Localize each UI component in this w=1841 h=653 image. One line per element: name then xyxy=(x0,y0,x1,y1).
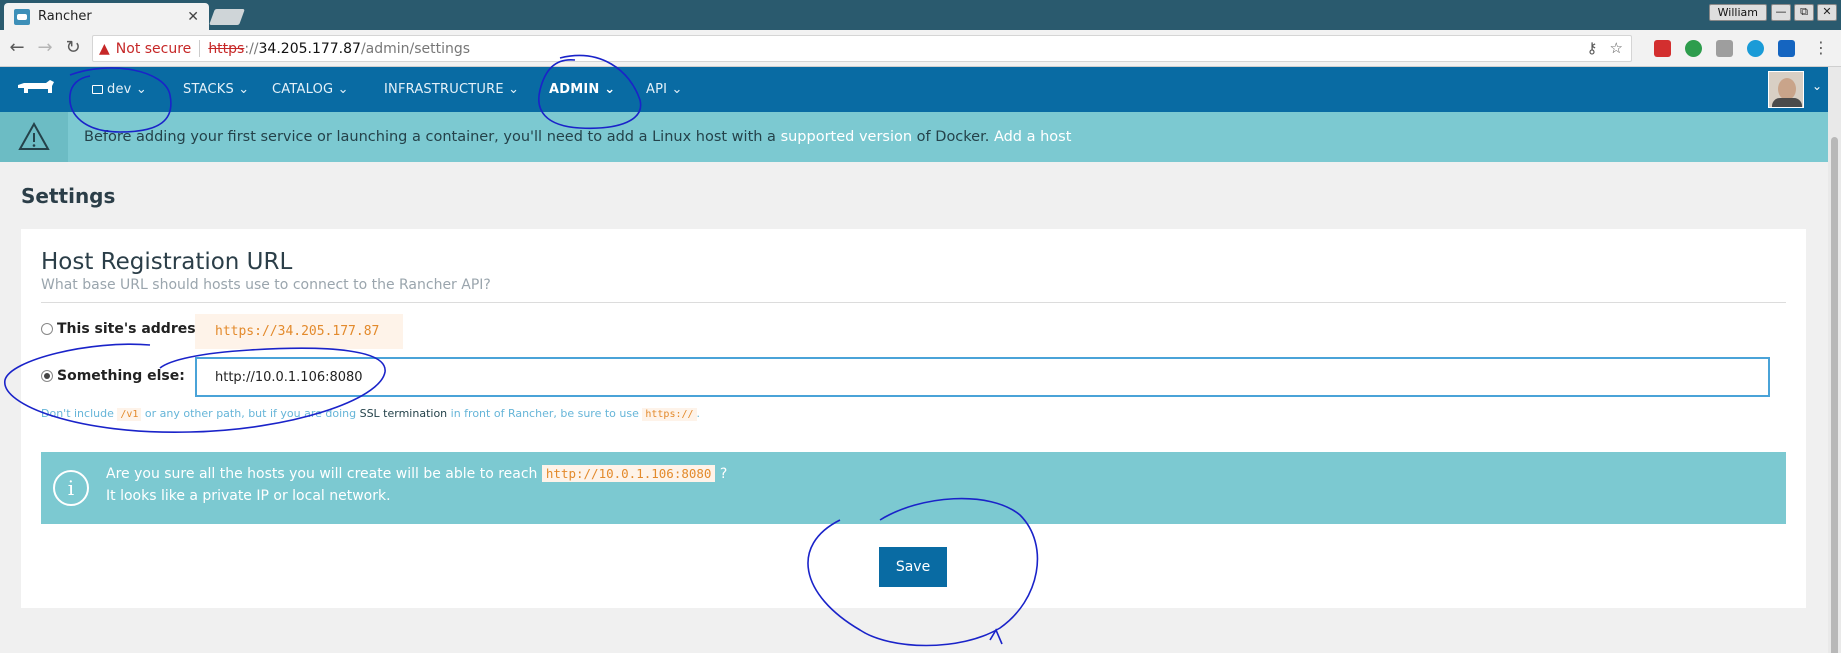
tab-title: Rancher xyxy=(38,9,92,24)
rancher-favicon-icon xyxy=(14,8,30,25)
chevron-down-icon: ⌄ xyxy=(671,82,683,97)
tab-close-icon[interactable]: ✕ xyxy=(187,9,199,25)
reload-icon[interactable]: ↻ xyxy=(62,37,84,59)
rancher-header: dev ⌄ STACKS ⌄ CATALOG ⌄ INFRASTRUCTURE … xyxy=(0,67,1828,112)
radio-something-else[interactable] xyxy=(41,370,53,382)
nav-stacks[interactable]: STACKS ⌄ xyxy=(183,67,249,112)
minimize-button[interactable]: — xyxy=(1771,4,1791,21)
save-button[interactable]: Save xyxy=(879,547,947,587)
chevron-down-icon: ⌄ xyxy=(238,82,250,97)
not-secure-label: Not secure xyxy=(115,40,192,57)
extension-green-icon[interactable] xyxy=(1685,40,1702,57)
extension-red-icon[interactable] xyxy=(1654,40,1671,57)
url-scheme-separator: :// xyxy=(244,40,259,57)
chevron-down-icon: ⌄ xyxy=(604,82,616,97)
forward-arrow-icon[interactable]: → xyxy=(34,37,56,59)
warning-line-1: Are you sure all the hosts you will crea… xyxy=(106,465,728,482)
restore-button[interactable]: ⧉ xyxy=(1794,4,1814,21)
help-code-v1: /v1 xyxy=(117,408,142,421)
nav-stacks-label: STACKS xyxy=(183,82,234,97)
nav-api[interactable]: API ⌄ xyxy=(646,67,683,112)
add-host-banner: Before adding your first service or laun… xyxy=(0,112,1828,162)
warning-text-start: Are you sure all the hosts you will crea… xyxy=(106,466,542,482)
rancher-logo-icon[interactable] xyxy=(16,79,56,99)
section-title: Host Registration URL xyxy=(41,249,293,275)
section-divider xyxy=(41,302,1786,303)
nav-admin-label: ADMIN xyxy=(549,82,600,97)
nav-admin[interactable]: ADMIN ⌄ xyxy=(549,67,615,112)
help-text-3: in front of Rancher, be sure to use xyxy=(447,407,643,420)
window-close-button[interactable]: ✕ xyxy=(1817,4,1837,21)
warning-line-2: It looks like a private IP or local netw… xyxy=(106,488,391,504)
extension-gray-icon[interactable] xyxy=(1716,40,1733,57)
info-icon: i xyxy=(53,470,89,506)
page-title: Settings xyxy=(21,184,116,208)
url-scheme: https xyxy=(208,40,245,57)
nav-catalog[interactable]: CATALOG ⌄ xyxy=(272,67,349,112)
user-avatar[interactable] xyxy=(1768,71,1804,108)
env-name: dev xyxy=(107,82,132,97)
address-bar[interactable]: ▲ Not secure https :// 34.205.177.87 /ad… xyxy=(92,35,1632,62)
browser-tabstrip: Rancher ✕ William — ⧉ ✕ xyxy=(0,0,1841,30)
add-a-host-link[interactable]: Add a host xyxy=(994,129,1071,145)
banner-text-middle: of Docker. xyxy=(912,129,994,145)
warning-text-end: ? xyxy=(715,466,728,482)
key-icon[interactable]: ⚷ xyxy=(1587,39,1598,57)
chevron-down-icon: ⌄ xyxy=(337,82,349,97)
site-address-label: This site's address: xyxy=(57,321,210,337)
help-text-2: or any other path, but if you are doing xyxy=(141,407,360,420)
help-ssl-termination: SSL termination xyxy=(359,407,448,420)
nav-api-label: API xyxy=(646,82,668,97)
custom-url-input[interactable] xyxy=(195,357,1770,397)
chevron-down-icon: ⌄ xyxy=(508,82,520,97)
new-tab-button[interactable] xyxy=(209,9,245,25)
url-host: 34.205.177.87 xyxy=(258,40,361,57)
help-code-https: https:// xyxy=(642,408,697,421)
supported-version-link[interactable]: supported version xyxy=(781,129,913,145)
skype-icon[interactable] xyxy=(1747,40,1764,57)
banner-icon-box xyxy=(0,112,68,162)
warning-url-code: http://10.0.1.106:8080 xyxy=(541,465,716,482)
browser-tab-rancher[interactable]: Rancher ✕ xyxy=(4,3,209,30)
site-address-value: https://34.205.177.87 xyxy=(195,314,403,349)
page-scrollbar[interactable] xyxy=(1828,67,1841,653)
avatar-face xyxy=(1778,78,1796,100)
banner-text-start: Before adding your first service or laun… xyxy=(84,129,781,145)
banner-text: Before adding your first service or laun… xyxy=(84,112,1071,162)
avatar-body xyxy=(1772,98,1802,107)
bookmark-star-icon[interactable]: ☆ xyxy=(1610,39,1623,57)
help-text: Don't include /v1 or any other path, but… xyxy=(41,407,701,421)
nav-catalog-label: CATALOG xyxy=(272,82,334,97)
annotation-tail-save xyxy=(989,628,1003,645)
chevron-down-icon: ⌄ xyxy=(135,82,147,97)
section-subtitle: What base URL should hosts use to connec… xyxy=(41,277,491,293)
warning-triangle-icon: ▲ xyxy=(99,40,110,57)
something-else-label: Something else: xyxy=(57,368,185,384)
help-text-1: Don't include xyxy=(41,407,118,420)
browser-menu-icon[interactable]: ⋮ xyxy=(1810,37,1832,59)
warning-triangle-icon xyxy=(18,121,50,150)
nav-infrastructure[interactable]: INFRASTRUCTURE ⌄ xyxy=(384,67,519,112)
browser-toolbar: ← → ↻ ▲ Not secure https :// 34.205.177.… xyxy=(0,30,1841,67)
environment-icon xyxy=(92,85,103,94)
profile-user-button[interactable]: William xyxy=(1708,4,1767,21)
private-ip-warning: i Are you sure all the hosts you will cr… xyxy=(41,452,1786,524)
mail-icon[interactable] xyxy=(1778,40,1795,57)
omnibox-separator xyxy=(199,40,201,57)
url-path: /admin/settings xyxy=(360,40,471,57)
host-registration-card: Host Registration URL What base URL shou… xyxy=(21,229,1806,608)
avatar-chevron-down-icon[interactable]: ⌄ xyxy=(1812,79,1822,93)
nav-infrastructure-label: INFRASTRUCTURE xyxy=(384,82,504,97)
radio-site-address[interactable] xyxy=(41,323,53,335)
scrollbar-thumb[interactable] xyxy=(1831,137,1838,653)
env-switcher[interactable]: dev ⌄ xyxy=(92,67,147,112)
help-text-4: . xyxy=(696,407,701,420)
back-arrow-icon[interactable]: ← xyxy=(6,37,28,59)
